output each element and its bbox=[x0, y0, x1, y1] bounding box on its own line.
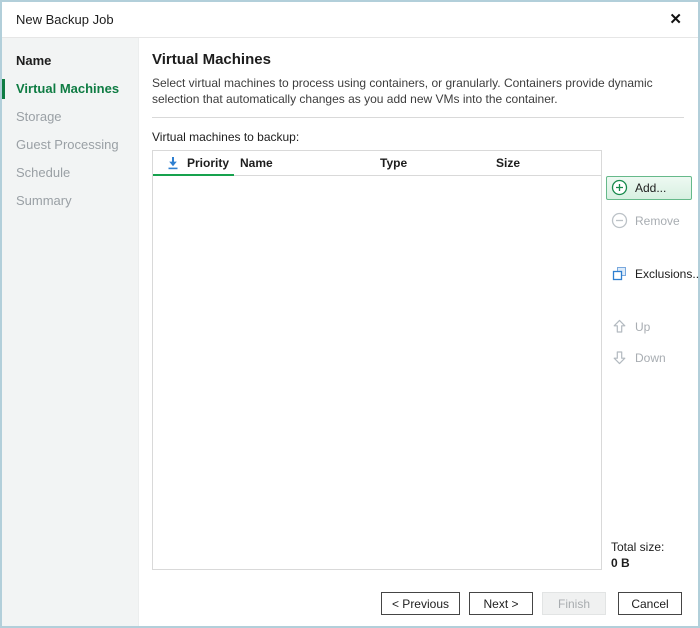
new-backup-job-dialog: New Backup Job ✕ Name Virtual Machines S… bbox=[0, 0, 700, 628]
step-label: Summary bbox=[16, 193, 72, 208]
vm-table-header: Priority Name Type Size bbox=[153, 151, 601, 176]
up-button[interactable]: Up bbox=[606, 315, 692, 339]
column-header-size[interactable]: Size bbox=[494, 156, 601, 170]
title-bar: New Backup Job ✕ bbox=[2, 2, 698, 38]
remove-button[interactable]: Remove bbox=[606, 209, 692, 233]
sidebar-item-summary[interactable]: Summary bbox=[2, 187, 138, 215]
next-button[interactable]: Next > bbox=[469, 592, 533, 615]
main-panel: Virtual Machines Select virtual machines… bbox=[139, 38, 698, 626]
column-header-type[interactable]: Type bbox=[378, 156, 494, 170]
cancel-button[interactable]: Cancel bbox=[618, 592, 682, 615]
action-label: Up bbox=[635, 320, 650, 334]
finish-button[interactable]: Finish bbox=[542, 592, 606, 615]
vm-actions-column: Add... Remove bbox=[606, 150, 692, 570]
plus-circle-icon bbox=[611, 179, 628, 196]
page-title: Virtual Machines bbox=[152, 51, 692, 68]
down-button[interactable]: Down bbox=[606, 346, 692, 370]
action-label: Exclusions... bbox=[635, 267, 700, 281]
window-title: New Backup Job bbox=[16, 12, 114, 27]
step-label: Schedule bbox=[16, 165, 70, 180]
spacer bbox=[606, 370, 692, 540]
exclusions-button[interactable]: Exclusions... bbox=[606, 262, 692, 286]
page-description: Select virtual machines to process using… bbox=[152, 76, 688, 108]
sidebar-item-guest-processing[interactable]: Guest Processing bbox=[2, 131, 138, 159]
vm-table: Priority Name Type Size bbox=[152, 150, 602, 570]
column-label: Priority bbox=[187, 156, 229, 170]
sort-descending-icon bbox=[166, 156, 180, 170]
total-size-block: Total size: 0 B bbox=[606, 540, 692, 570]
minus-circle-icon bbox=[611, 212, 628, 229]
add-button[interactable]: Add... bbox=[606, 176, 692, 200]
step-label: Storage bbox=[16, 109, 62, 124]
sidebar-item-schedule[interactable]: Schedule bbox=[2, 159, 138, 187]
action-label: Down bbox=[635, 351, 666, 365]
column-header-priority[interactable]: Priority bbox=[153, 156, 238, 170]
vm-table-label: Virtual machines to backup: bbox=[152, 130, 692, 144]
wizard-footer: < Previous Next > Finish Cancel bbox=[152, 592, 692, 615]
sidebar-item-virtual-machines[interactable]: Virtual Machines bbox=[2, 75, 138, 103]
action-label: Remove bbox=[635, 214, 680, 228]
sidebar-item-storage[interactable]: Storage bbox=[2, 103, 138, 131]
step-label: Guest Processing bbox=[16, 137, 119, 152]
previous-button[interactable]: < Previous bbox=[381, 592, 460, 615]
step-label: Name bbox=[16, 53, 51, 68]
sorted-column-indicator bbox=[153, 174, 234, 176]
column-header-name[interactable]: Name bbox=[238, 156, 378, 170]
arrow-down-icon bbox=[611, 349, 628, 366]
overlapping-squares-icon bbox=[611, 265, 628, 282]
divider bbox=[152, 117, 684, 118]
total-size-label: Total size: bbox=[611, 540, 692, 554]
close-icon[interactable]: ✕ bbox=[667, 10, 684, 29]
vm-table-body[interactable] bbox=[153, 176, 601, 569]
action-label: Add... bbox=[635, 181, 666, 195]
step-label: Virtual Machines bbox=[16, 81, 119, 96]
total-size-value: 0 B bbox=[611, 556, 692, 570]
arrow-up-icon bbox=[611, 318, 628, 335]
sidebar-item-name[interactable]: Name bbox=[2, 47, 138, 75]
wizard-steps-sidebar: Name Virtual Machines Storage Guest Proc… bbox=[2, 38, 139, 626]
